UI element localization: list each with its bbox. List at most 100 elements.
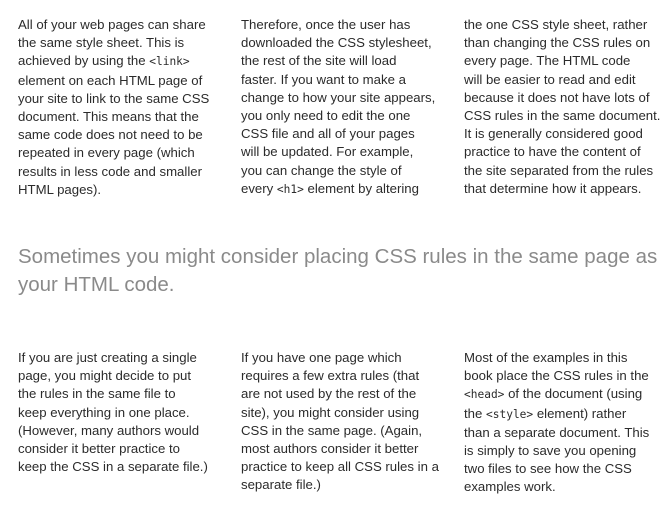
text-run: every page. The HTML code: [464, 53, 631, 69]
text-run: site), you might consider using: [241, 404, 420, 420]
text-line: site), you might consider using: [241, 404, 451, 422]
text-line: two files to see how the CSS: [464, 460, 664, 478]
text-line: change to how your site appears,: [241, 89, 451, 107]
text-line: If you are just creating a single: [18, 349, 228, 367]
text-line: element on each HTML page of: [18, 72, 228, 90]
section-heading: Sometimes you might consider placing CSS…: [18, 243, 658, 299]
code-snippet: <h1>: [276, 182, 304, 196]
code-snippet: <link>: [149, 55, 190, 69]
text-line: practice to have the content of: [464, 143, 664, 161]
text-line: examples work.: [464, 478, 664, 496]
text-line: that determine how it appears.: [464, 180, 664, 198]
text-run: will be updated. For example,: [241, 144, 414, 160]
text-run: It is generally considered good: [464, 126, 643, 142]
section-heading-line-2: your HTML code.: [18, 273, 175, 296]
text-run: CSS rules in the same document.: [464, 108, 661, 124]
text-line: repeated in every page (which: [18, 144, 228, 162]
text-run: All of your web pages can share: [18, 17, 206, 32]
text-run: examples work.: [464, 479, 556, 495]
text-run: separate file.): [241, 477, 321, 493]
text-run: results in less code and smaller: [18, 163, 202, 179]
text-line: HTML pages).: [18, 181, 228, 199]
text-line: your site to link to the same CSS: [18, 90, 228, 108]
text-run: you only need to edit the one: [241, 108, 411, 124]
text-run: the rules in the same file to: [18, 386, 176, 402]
bottom-column-2: If you have one page which requires a few…: [241, 349, 451, 495]
code-snippet: <style>: [486, 407, 534, 421]
text-run: faster. If you want to make a: [241, 71, 406, 87]
text-run: achieved by using the: [18, 53, 150, 69]
text-run: that determine how it appears.: [464, 180, 642, 196]
text-line: (However, many authors would: [18, 422, 228, 440]
text-line: requires a few extra rules (that: [241, 367, 451, 385]
text-run: HTML pages).: [18, 181, 102, 197]
text-run: Therefore, once the user has: [241, 17, 411, 32]
text-line: It is generally considered good: [464, 125, 664, 143]
top-column-1: All of your web pages can share the same …: [18, 16, 228, 199]
text-run: consider it better practice to: [18, 441, 180, 457]
code-snippet: <head>: [464, 388, 505, 402]
text-run: change to how your site appears,: [241, 89, 436, 105]
text-line: every <h1> element by altering: [241, 180, 451, 199]
text-run: two files to see how the CSS: [464, 461, 632, 477]
text-run: (However, many authors would: [18, 422, 200, 438]
text-run: CSS in the same page. (Again,: [241, 422, 423, 438]
text-line: faster. If you want to make a: [241, 71, 451, 89]
section-heading-line-1: Sometimes you might consider placing CSS…: [18, 245, 658, 268]
text-line: the <style> element) rather: [464, 405, 664, 424]
text-line: keep everything in one place.: [18, 404, 228, 422]
text-line: separate file.): [241, 476, 451, 494]
text-run: practice to have the content of: [464, 144, 641, 160]
text-line: the rules in the same file to: [18, 385, 228, 403]
text-run: CSS file and all of your pages: [241, 126, 415, 142]
text-line: All of your web pages can share: [18, 16, 228, 34]
text-line: Therefore, once the user has: [241, 16, 451, 34]
text-run: Most of the examples in this: [464, 350, 628, 365]
text-run: the site separated from the rules: [464, 162, 654, 178]
text-line: will be easier to read and edit: [464, 71, 664, 89]
text-line: Most of the examples in this: [464, 349, 664, 367]
text-line: CSS rules in the same document.: [464, 107, 664, 125]
text-run: the same style sheet. This is: [18, 35, 185, 51]
text-run: practice to keep all CSS rules in a: [241, 459, 439, 475]
text-line: If you have one page which: [241, 349, 451, 367]
text-line: you can change the style of: [241, 162, 451, 180]
text-line: achieved by using the <link>: [18, 52, 228, 71]
text-run: book place the CSS rules in the: [464, 368, 649, 384]
text-line: the site separated from the rules: [464, 162, 664, 180]
text-run: If you are just creating a single: [18, 350, 197, 365]
text-line: same code does not need to be: [18, 126, 228, 144]
text-line: is simply to save you opening: [464, 442, 664, 460]
bottom-column-3: Most of the examples in this book place t…: [464, 349, 664, 497]
text-line: you only need to edit the one: [241, 107, 451, 125]
text-run: is simply to save you opening: [464, 443, 637, 459]
text-run: page, you might decide to put: [18, 368, 192, 384]
text-run: keep the CSS in a separate file.): [18, 459, 208, 475]
text-run: are not used by the rest of the: [241, 386, 417, 402]
text-line: the same style sheet. This is: [18, 34, 228, 52]
text-line: every page. The HTML code: [464, 52, 664, 70]
text-run: same code does not need to be: [18, 127, 203, 143]
text-line: keep the CSS in a separate file.): [18, 458, 228, 476]
text-line: downloaded the CSS stylesheet,: [241, 34, 451, 52]
text-line: practice to keep all CSS rules in a: [241, 458, 451, 476]
text-run: document. This means that the: [18, 109, 199, 125]
top-column-2: Therefore, once the user has downloaded t…: [241, 16, 451, 199]
text-line: CSS file and all of your pages: [241, 125, 451, 143]
text-line: than a separate document. This: [464, 424, 664, 442]
text-line: will be updated. For example,: [241, 143, 451, 161]
text-run: element on each HTML page of: [18, 72, 203, 88]
text-run: than changing the CSS rules on: [464, 35, 651, 51]
text-line: results in less code and smaller: [18, 163, 228, 181]
text-line: most authors consider it better: [241, 440, 451, 458]
text-run: If you have one page which: [241, 350, 402, 365]
text-run: of the document (using: [504, 386, 643, 402]
text-line: the one CSS style sheet, rather: [464, 16, 664, 34]
text-line: the rest of the site will load: [241, 52, 451, 70]
text-run: keep everything in one place.: [18, 404, 190, 420]
text-line: consider it better practice to: [18, 440, 228, 458]
text-run: element) rather: [533, 405, 627, 421]
text-run: the rest of the site will load: [241, 53, 397, 69]
text-line: document. This means that the: [18, 108, 228, 126]
text-line: CSS in the same page. (Again,: [241, 422, 451, 440]
